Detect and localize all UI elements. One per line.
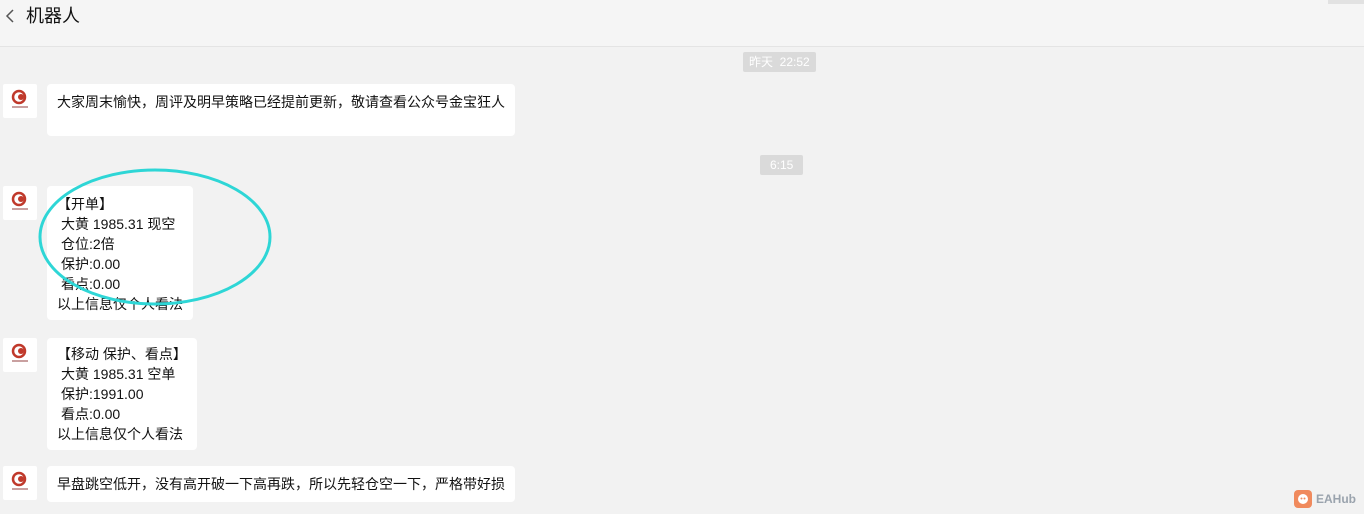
timestamp: 昨天 22:52 — [743, 52, 816, 72]
message-bubble[interactable]: 早盘跳空低开，没有高开破一下高再跌，所以先轻仓空一下，严格带好损 — [47, 466, 515, 502]
message-text: 大家周末愉快，周评及明早策略已经提前更新，敬请查看公众号金宝狂人 — [57, 94, 505, 110]
message-line: 看点:0.00 — [61, 276, 121, 292]
avatar[interactable] — [3, 186, 37, 220]
avatar[interactable] — [3, 84, 37, 118]
message-line: 以上信息仅个人看法 — [57, 296, 183, 312]
message-text: 早盘跳空低开，没有高开破一下高再跌，所以先轻仓空一下，严格带好损 — [57, 476, 505, 492]
window-edge — [1328, 0, 1364, 4]
chat-window: 机器人 昨天 22:52 大家周末愉快，周评及明早策略已经提前更新，敬请查看公众… — [0, 0, 1364, 514]
message-line: 【开单】 — [57, 196, 113, 212]
message-line: 大黄 1985.31 空单 — [61, 366, 176, 382]
chevron-left-icon[interactable] — [2, 6, 20, 26]
avatar[interactable] — [3, 466, 37, 500]
message-line: 仓位:2倍 — [61, 236, 115, 252]
message-bubble[interactable]: 【开单】 大黄 1985.31 现空 仓位:2倍 保护:0.00 看点:0.00… — [47, 186, 193, 320]
message-line: 【移动 保护、看点】 — [57, 346, 187, 362]
watermark-text: EAHub — [1316, 492, 1356, 506]
message-line: 大黄 1985.31 现空 — [61, 216, 176, 232]
message-line: 以上信息仅个人看法 — [57, 426, 183, 442]
chat-header: 机器人 — [0, 0, 1364, 47]
timestamp: 6:15 — [760, 155, 804, 175]
eahub-logo-icon — [1294, 490, 1312, 508]
message-line: 看点:0.00 — [61, 406, 121, 422]
message-line: 保护:1991.00 — [61, 386, 144, 402]
message-line: 保护:0.00 — [61, 256, 121, 272]
message-bubble[interactable]: 【移动 保护、看点】 大黄 1985.31 空单 保护:1991.00 看点:0… — [47, 338, 197, 450]
message-bubble[interactable]: 大家周末愉快，周评及明早策略已经提前更新，敬请查看公众号金宝狂人 — [47, 84, 515, 136]
chat-title: 机器人 — [26, 6, 80, 26]
avatar[interactable] — [3, 338, 37, 372]
watermark: EAHub — [1294, 490, 1356, 508]
